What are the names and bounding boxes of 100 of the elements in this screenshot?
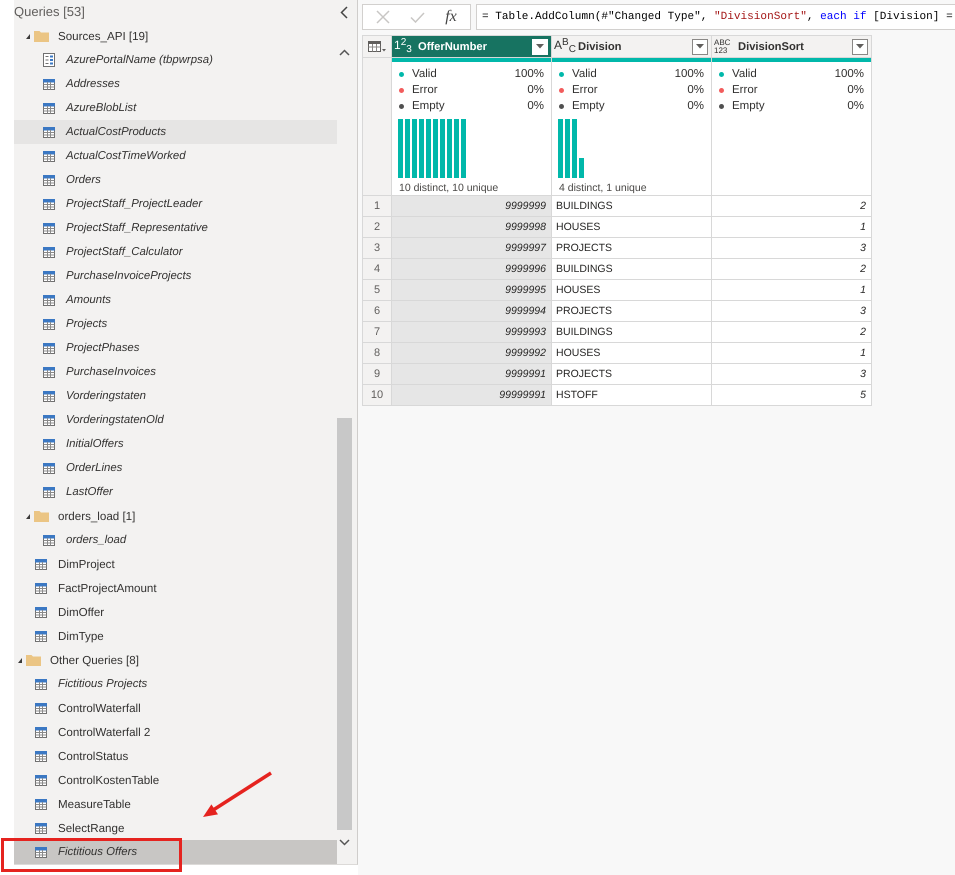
table-icon — [35, 582, 47, 594]
table-icon — [43, 78, 55, 90]
table-cell: 3 — [712, 364, 872, 385]
table-icon — [35, 726, 47, 738]
row-number: 5 — [363, 280, 392, 301]
table-cell: HOUSES — [552, 343, 712, 364]
table-cell: PROJECTS — [552, 301, 712, 322]
query-item[interactable]: ControlStatus — [14, 744, 337, 768]
query-item[interactable]: SelectRange — [14, 816, 337, 840]
triangle-icon[interactable] — [26, 34, 30, 38]
distribution-bar — [412, 119, 417, 178]
filter-dropdown-button[interactable] — [692, 38, 708, 54]
table-cell: 9999995 — [392, 280, 552, 301]
triangle-icon[interactable] — [18, 658, 22, 662]
table-cell: 9999998 — [392, 217, 552, 238]
profile-summary: 4 distinct, 1 unique — [558, 182, 648, 194]
query-item[interactable]: ActualCostProducts — [14, 120, 337, 144]
query-item[interactable]: AzureBlobList — [14, 96, 337, 120]
table-icon — [43, 174, 55, 186]
list-icon — [43, 53, 55, 67]
query-item[interactable]: ControlWaterfall 2 — [14, 720, 337, 744]
stat-label: Empty — [412, 100, 445, 112]
formula-field[interactable]: = Table.AddColumn(#"Changed Type", "DivisionSort", each if [Division] = — [476, 4, 955, 30]
distribution-bar — [426, 119, 431, 178]
query-item[interactable]: VorderingstatenOld — [14, 408, 337, 432]
query-group[interactable]: Sources_API [19] — [14, 24, 337, 48]
query-item[interactable]: DimProject — [14, 552, 337, 576]
query-item[interactable]: MeasureTable — [14, 792, 337, 816]
query-item[interactable]: ActualCostTimeWorked — [14, 144, 337, 168]
table-cell: 99999991 — [392, 385, 552, 406]
chevron-left-icon[interactable] — [340, 6, 348, 18]
query-item[interactable]: DimOffer — [14, 600, 337, 624]
chevron-up-icon[interactable] — [339, 48, 350, 56]
query-item[interactable]: DimType — [14, 624, 337, 648]
query-item[interactable]: PurchaseInvoiceProjects — [14, 264, 337, 288]
filter-dropdown-button[interactable] — [852, 38, 868, 54]
query-item[interactable]: AzurePortalName (tbpwrpsa) — [14, 48, 337, 72]
table-cell: 2 — [712, 322, 872, 343]
stat-value: 0% — [527, 100, 544, 112]
query-item[interactable]: InitialOffers — [14, 432, 337, 456]
table-cell: 9999992 — [392, 343, 552, 364]
table-menu-icon[interactable] — [368, 40, 386, 52]
query-item[interactable]: orders_load — [14, 528, 337, 552]
query-item[interactable]: Amounts — [14, 288, 337, 312]
table-cell: HSTOFF — [552, 385, 712, 406]
stat-label: Empty — [572, 100, 605, 112]
query-item[interactable]: ProjectStaff_Calculator — [14, 240, 337, 264]
row-number: 3 — [363, 238, 392, 259]
distribution-bar — [558, 119, 563, 178]
stat-value: 100% — [834, 68, 864, 80]
table-icon — [43, 534, 55, 546]
table-cell: 3 — [712, 301, 872, 322]
query-group[interactable]: orders_load [1] — [14, 504, 337, 528]
query-item[interactable]: FactProjectAmount — [14, 576, 337, 600]
query-item[interactable]: ProjectPhases — [14, 336, 337, 360]
query-item[interactable]: LastOffer — [14, 480, 337, 504]
distribution-bar — [447, 119, 452, 178]
query-item[interactable]: Orders — [14, 168, 337, 192]
query-item[interactable]: Fictitious Offers — [14, 840, 337, 864]
triangle-icon[interactable] — [26, 514, 30, 518]
column-header[interactable]: A$^{B}$ $_{C}$ Division — [552, 36, 712, 58]
query-item[interactable]: Addresses — [14, 72, 337, 96]
query-item[interactable]: ProjectStaff_ProjectLeader — [14, 192, 337, 216]
table-icon — [35, 558, 47, 570]
table-cell: HOUSES — [552, 280, 712, 301]
table-icon — [35, 798, 47, 810]
table-cell: BUILDINGS — [552, 322, 712, 343]
query-item[interactable]: Vorderingstaten — [14, 384, 337, 408]
table-icon — [35, 606, 47, 618]
query-item[interactable]: OrderLines — [14, 456, 337, 480]
stat-value: 0% — [847, 84, 864, 96]
stat-label: Valid — [732, 68, 757, 80]
stat-label: Empty — [732, 100, 765, 112]
query-item[interactable]: Fictitious Projects — [14, 672, 337, 696]
table-menu-button[interactable] — [363, 36, 392, 58]
query-item[interactable]: ControlKostenTable — [14, 768, 337, 792]
distribution-bar — [454, 119, 459, 178]
table-icon — [43, 294, 55, 306]
table-icon — [43, 486, 55, 498]
row-number: 9 — [363, 364, 392, 385]
distribution-bar — [440, 119, 445, 178]
table-cell: HOUSES — [552, 217, 712, 238]
table-icon — [43, 270, 55, 282]
fx-button[interactable]: fx — [434, 7, 468, 27]
query-item[interactable]: ProjectStaff_Representative — [14, 216, 337, 240]
table-icon — [43, 366, 55, 378]
query-group[interactable]: Other Queries [8] — [14, 648, 337, 672]
profile-summary: 10 distinct, 10 unique — [398, 182, 500, 194]
query-item[interactable]: Projects — [14, 312, 337, 336]
distribution-bar — [579, 158, 584, 178]
table-icon — [43, 462, 55, 474]
scrollbar-thumb[interactable] — [337, 418, 352, 830]
query-item[interactable]: ControlWaterfall — [14, 696, 337, 720]
table-cell: 9999999 — [392, 196, 552, 217]
query-item[interactable]: PurchaseInvoices — [14, 360, 337, 384]
column-header[interactable]: 1$^{2}$ $_{3}$ OfferNumber — [392, 36, 552, 58]
table-icon — [43, 342, 55, 354]
table-cell: 1 — [712, 217, 872, 238]
chevron-down-icon[interactable] — [339, 838, 350, 846]
table-icon — [43, 102, 55, 114]
